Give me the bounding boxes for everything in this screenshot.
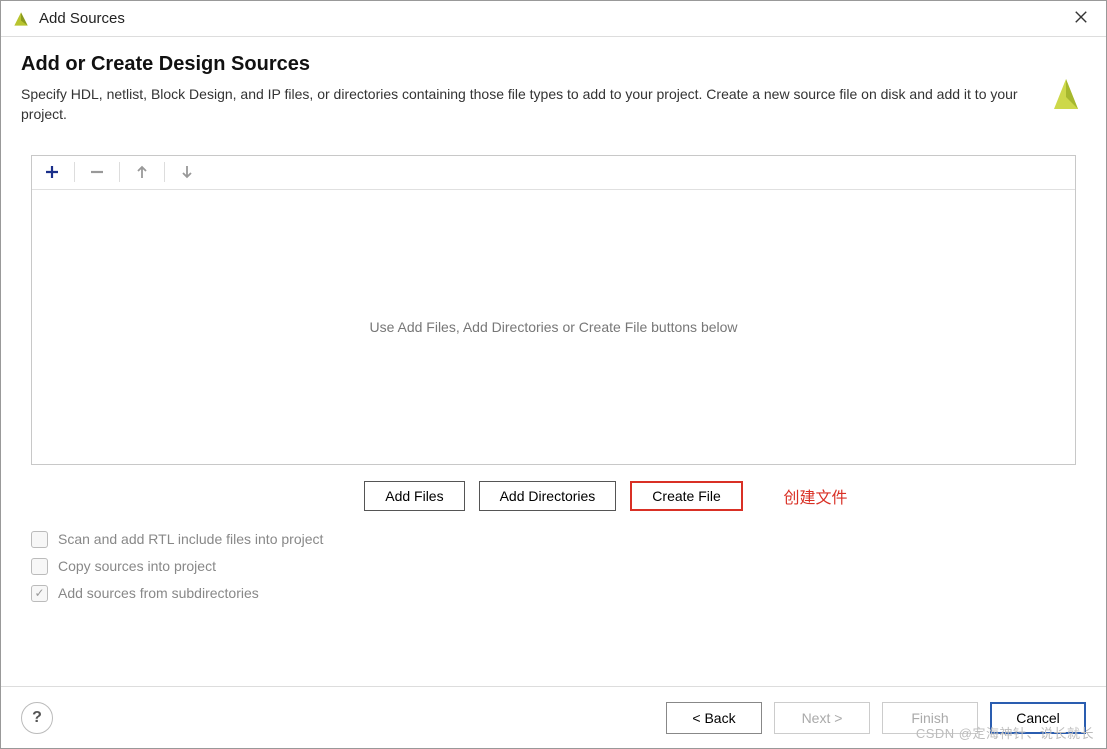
add-icon[interactable] (40, 160, 64, 184)
back-button[interactable]: < Back (666, 702, 762, 734)
chk-copy-sources[interactable]: Copy sources into project (31, 558, 1076, 575)
close-icon[interactable] (1066, 4, 1096, 33)
add-directories-button[interactable]: Add Directories (479, 481, 617, 511)
toolbar-separator (119, 162, 120, 182)
brand-icon (1046, 73, 1086, 113)
content-area: Use Add Files, Add Directories or Create… (1, 135, 1106, 686)
header: Add or Create Design Sources Specify HDL… (1, 37, 1106, 135)
create-file-button[interactable]: Create File (630, 481, 742, 511)
wizard-footer: ? < Back Next > Finish Cancel (1, 686, 1106, 748)
move-up-icon[interactable] (130, 160, 154, 184)
checkbox-icon (31, 531, 48, 548)
window-title: Add Sources (39, 10, 1066, 27)
app-icon (11, 9, 31, 29)
move-down-icon[interactable] (175, 160, 199, 184)
chk-scan-rtl[interactable]: Scan and add RTL include files into proj… (31, 531, 1076, 548)
add-files-button[interactable]: Add Files (364, 481, 464, 511)
action-row: Add Files Add Directories Create File 创建… (31, 481, 1076, 511)
chk-add-subdirs[interactable]: Add sources from subdirectories (31, 585, 1076, 602)
add-sources-dialog: Add Sources Add or Create Design Sources… (0, 0, 1107, 749)
list-toolbar (32, 156, 1075, 190)
chk-label: Scan and add RTL include files into proj… (58, 531, 323, 547)
next-button: Next > (774, 702, 870, 734)
chk-label: Add sources from subdirectories (58, 585, 259, 601)
toolbar-separator (74, 162, 75, 182)
titlebar: Add Sources (1, 1, 1106, 37)
checkbox-icon (31, 558, 48, 575)
chk-label: Copy sources into project (58, 558, 216, 574)
page-heading: Add or Create Design Sources (21, 53, 1034, 76)
remove-icon[interactable] (85, 160, 109, 184)
cancel-button[interactable]: Cancel (990, 702, 1086, 734)
sources-list-panel: Use Add Files, Add Directories or Create… (31, 155, 1076, 465)
sources-list-empty: Use Add Files, Add Directories or Create… (32, 190, 1075, 464)
page-description: Specify HDL, netlist, Block Design, and … (21, 84, 1021, 125)
checkbox-icon (31, 585, 48, 602)
finish-button: Finish (882, 702, 978, 734)
help-button[interactable]: ? (21, 702, 53, 734)
annotation-create-file: 创建文件 (784, 484, 848, 508)
checkbox-group: Scan and add RTL include files into proj… (31, 531, 1076, 602)
toolbar-separator (164, 162, 165, 182)
empty-hint: Use Add Files, Add Directories or Create… (369, 319, 737, 335)
